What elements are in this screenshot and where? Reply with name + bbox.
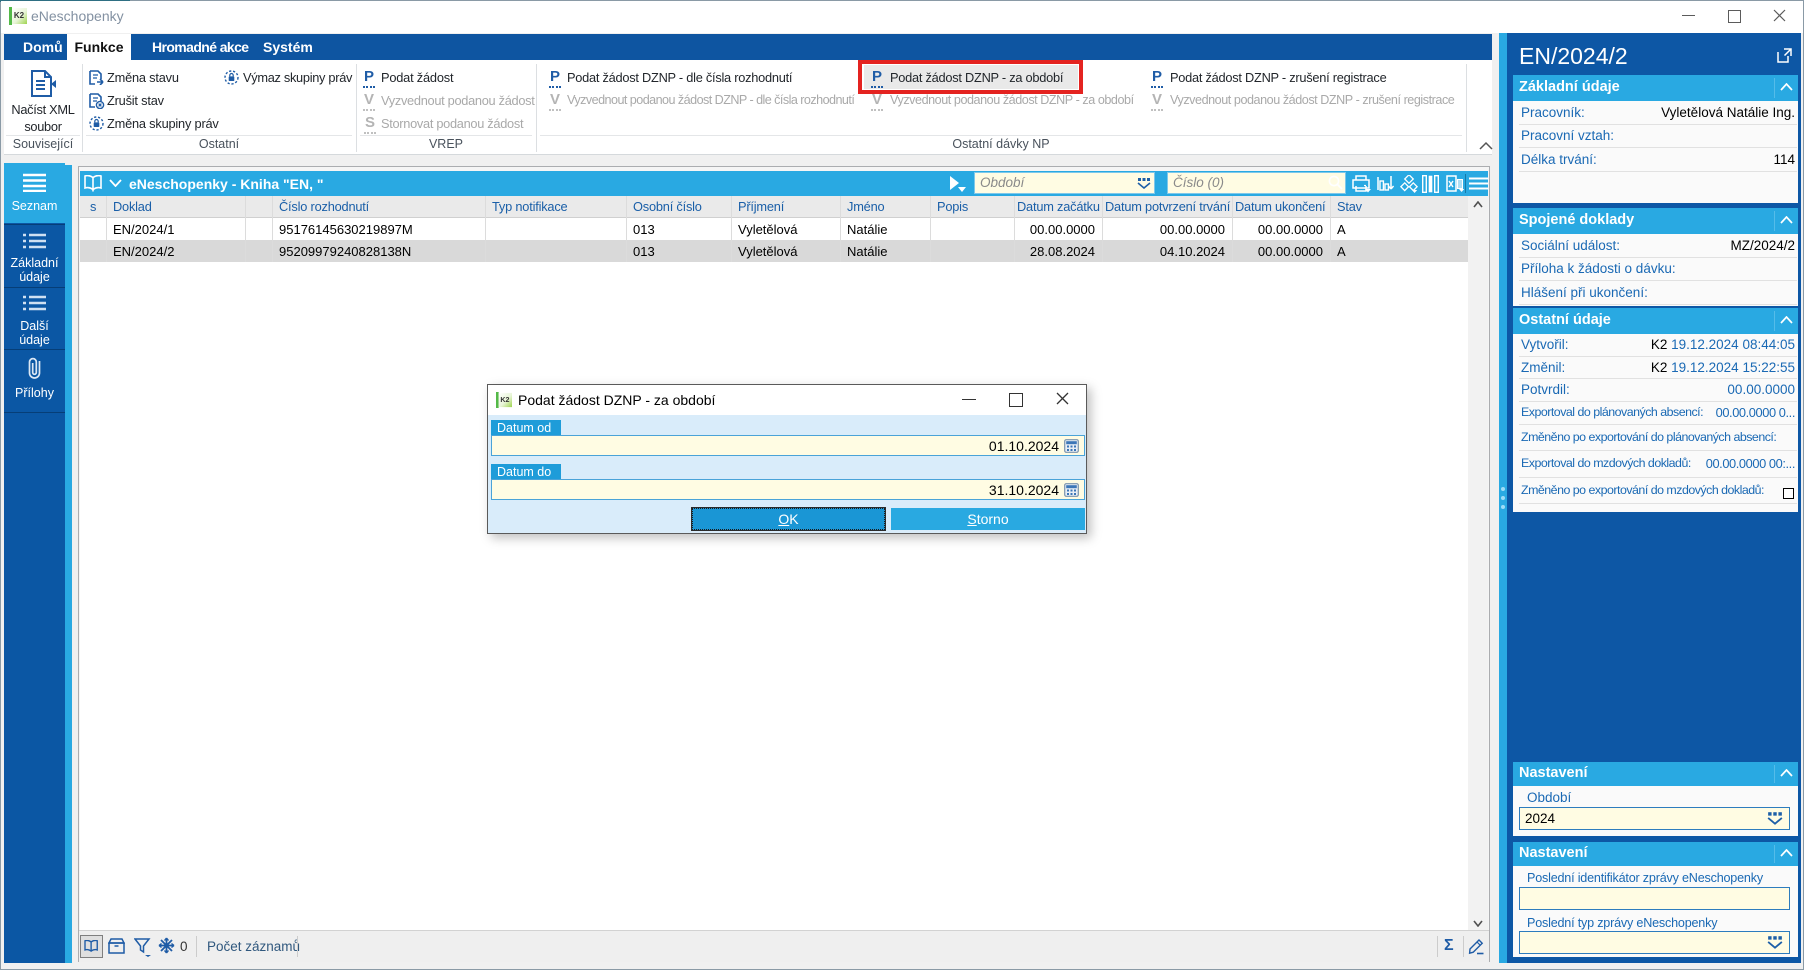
svg-text:K2: K2 [500, 396, 509, 404]
svg-text:K2: K2 [14, 11, 25, 20]
